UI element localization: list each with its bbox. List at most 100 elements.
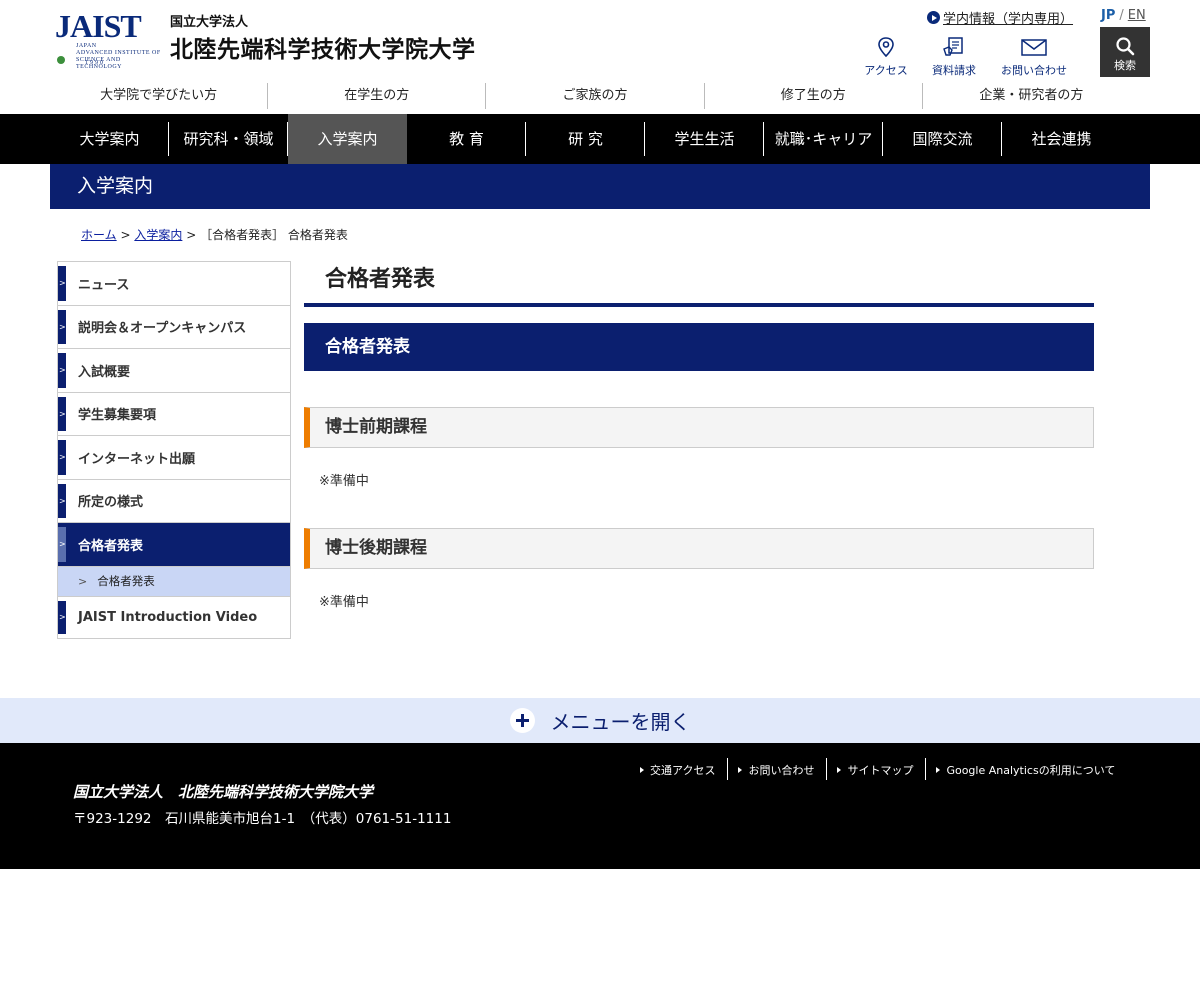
sidebar-item-online-application[interactable]: インターネット出願 [58,436,290,480]
breadcrumb-separator: > [120,228,131,242]
footer-link-label: お問い合わせ [748,764,815,777]
language-switch: JP / EN [1101,8,1146,23]
gnav-community[interactable]: 社会連携 [1002,114,1121,164]
sidebar-item-label: インターネット出願 [78,451,196,467]
gnav-career[interactable]: 就職･キャリア [764,114,883,164]
chevron-right-icon [58,440,66,475]
lang-en-link[interactable]: EN [1128,8,1146,23]
site-footer: 交通アクセス お問い合わせ サイトマップ Google Analyticsの利用… [0,743,1200,869]
access-button[interactable]: アクセス [860,36,912,78]
triangle-right-icon [640,767,644,773]
footer-link-label: サイトマップ [847,764,914,777]
sidebar-item-label: 合格者発表 [78,538,144,554]
brochure-label: 資料請求 [932,64,976,77]
gnav-education[interactable]: 教 育 [407,114,526,164]
breadcrumb-current: ［合格者発表］ 合格者発表 [200,228,348,242]
jaist-logo[interactable]: JAIST JAPAN ADVANCED INSTITUTE OF SCIENC… [55,8,165,70]
logo-mark: JAIST [55,8,142,44]
gnav-graduate-schools[interactable]: 研究科・領域 [169,114,288,164]
footer-address: 〒923-1292 石川県能美市旭台1-1 （代表）0761-51-1111 [73,811,452,827]
chevron-right-icon [58,266,66,301]
main-content: 合格者発表 合格者発表 博士前期課程 ※準備中 博士後期課程 ※準備中 [304,261,1094,610]
search-label: 検索 [1114,59,1136,72]
document-hand-icon [943,37,963,56]
sidebar-item-label: 説明会＆オープンキャンパス [78,321,247,337]
logo-subtitle: JAPAN ADVANCED INSTITUTE OF SCIENCE AND … [76,43,161,70]
search-icon [1116,37,1135,56]
sidebar-item-open-campus[interactable]: 説明会＆オープンキャンパス [58,306,290,349]
sidebar-item-exam-overview[interactable]: 入試概要 [58,349,290,393]
brochure-button[interactable]: 資料請求 [928,36,980,78]
sidebar-item-label: 所定の様式 [78,495,144,511]
gnav-international[interactable]: 国際交流 [883,114,1002,164]
sidebar-item-application-guide[interactable]: 学生募集要項 [58,393,290,436]
contact-label: お問い合わせ [1001,64,1067,77]
footer-link-contact[interactable]: お問い合わせ [728,758,828,780]
audience-nav: 大学院で学びたい方 在学生の方 ご家族の方 修了生の方 企業・研究者の方 [50,83,1140,109]
open-menu-button[interactable]: メニューを開く [0,698,1200,743]
footer-link-label: 交通アクセス [650,764,716,777]
gnav-student-life[interactable]: 学生生活 [645,114,764,164]
sidebar-item-news[interactable]: ニュース [58,262,290,306]
footer-link-label: Google Analyticsの利用について [946,764,1116,777]
audience-prospective[interactable]: 大学院で学びたい方 [50,83,269,109]
sidebar-item-results[interactable]: 合格者発表 [58,523,290,567]
page-title: 合格者発表 [304,261,1094,307]
chevron-right-icon [58,483,66,518]
chevron-right-icon [58,527,66,562]
open-menu-label: メニューを開く [550,710,691,734]
audience-companies[interactable]: 企業・研究者の方 [923,83,1140,109]
play-circle-icon [927,11,940,24]
chevron-right-icon [58,396,66,431]
envelope-icon [1021,39,1047,56]
sidebar-item-label: 学生募集要項 [78,408,157,424]
logo-year: 1990 [85,60,105,66]
logo-dot-icon [57,56,65,64]
breadcrumb: ホーム > 入学案内 > ［合格者発表］ 合格者発表 [81,226,348,243]
audience-alumni[interactable]: 修了生の方 [705,83,923,109]
org-type: 国立大学法人 [170,15,249,30]
chevron-right-icon: > [78,574,88,588]
chevron-right-icon [58,600,66,634]
sidebar-item-label: 入試概要 [78,364,131,380]
sidebar-item-label: JAIST Introduction Video [78,609,258,625]
map-pin-icon [878,37,894,58]
chevron-right-icon [58,309,66,344]
global-nav: 大学案内 研究科・領域 入学案内 教 育 研 究 学生生活 就職･キャリア 国際… [0,114,1200,164]
intranet-link-label: 学内情報（学内専用） [943,12,1074,27]
sidebar-item-forms[interactable]: 所定の様式 [58,480,290,523]
master-course-note: ※準備中 [319,474,369,489]
gnav-research[interactable]: 研 究 [526,114,645,164]
footer-link-analytics[interactable]: Google Analyticsの利用について [926,758,1127,780]
section-banner: 入学案内 [50,164,1150,209]
breadcrumb-separator: > [186,228,197,242]
breadcrumb-home[interactable]: ホーム [81,228,117,242]
sidebar-item-intro-video[interactable]: JAIST Introduction Video [58,597,290,639]
plus-icon [509,708,535,733]
chevron-right-icon [58,353,66,388]
search-button[interactable]: 検索 [1100,27,1150,77]
doctoral-course-note: ※準備中 [319,595,369,610]
audience-current-students[interactable]: 在学生の方 [268,83,487,109]
footer-link-sitemap[interactable]: サイトマップ [827,758,927,780]
sidebar-subitem-results[interactable]: > 合格者発表 [58,566,290,597]
access-label: アクセス [864,64,908,77]
gnav-about[interactable]: 大学案内 [50,114,169,164]
footer-org-name: 国立大学法人 北陸先端科学技術大学院大学 [73,783,374,801]
doctoral-course-heading: 博士後期課程 [304,528,1094,569]
contact-button[interactable]: お問い合わせ [996,36,1072,78]
sidebar-item-label: ニュース [78,277,130,293]
org-name-link[interactable]: 北陸先端科学技術大学院大学 [170,30,476,64]
triangle-right-icon [738,767,743,773]
footer-link-access[interactable]: 交通アクセス [630,758,729,780]
audience-families[interactable]: ご家族の方 [486,83,705,109]
lang-jp-link[interactable]: JP [1101,8,1115,23]
intranet-link[interactable]: 学内情報（学内専用） [927,8,1073,27]
gnav-admissions[interactable]: 入学案内 [288,114,407,164]
sidebar: ニュース 説明会＆オープンキャンパス 入試概要 学生募集要項 インターネット出願… [57,261,291,639]
breadcrumb-admissions[interactable]: 入学案内 [134,228,182,242]
master-course-heading: 博士前期課程 [304,407,1094,448]
footer-links: 交通アクセス お問い合わせ サイトマップ Google Analyticsの利用… [630,758,1127,780]
sidebar-subitem-label: 合格者発表 [97,574,155,588]
lang-separator: / [1119,8,1124,23]
